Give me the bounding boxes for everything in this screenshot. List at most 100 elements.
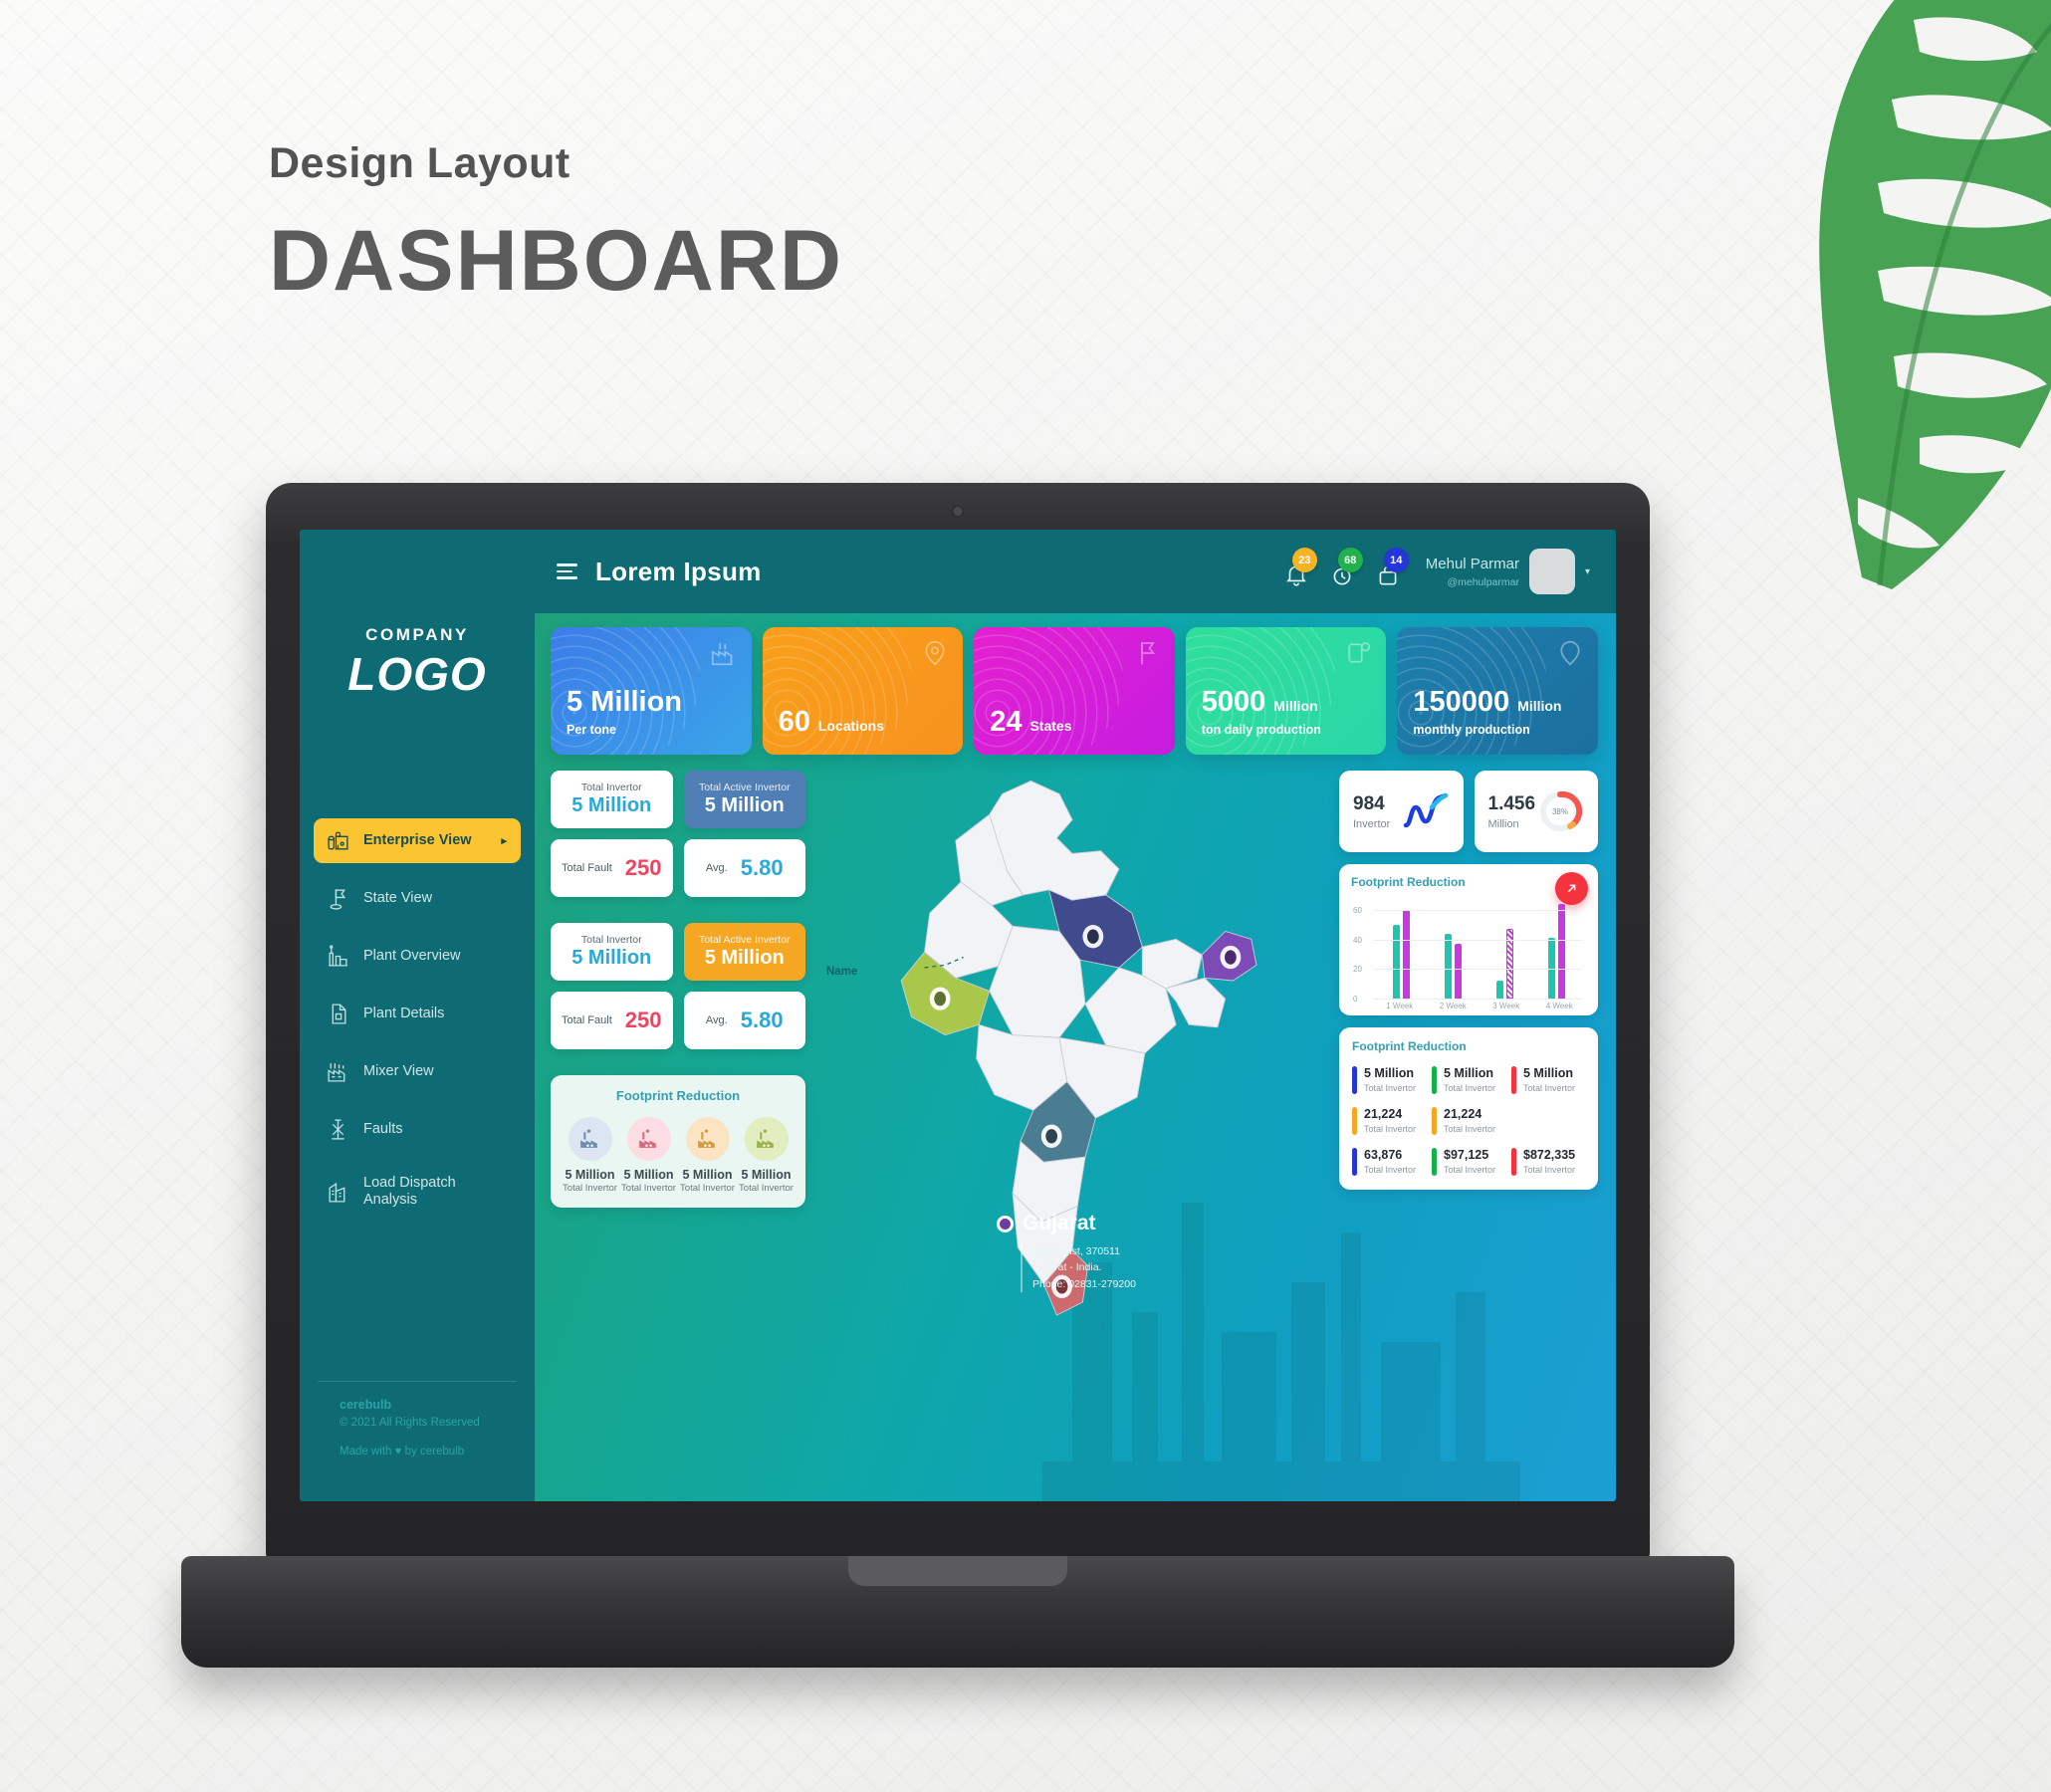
sidebar: COMPANY LOGO Enterprise View ▸ State Vie… xyxy=(300,530,535,1501)
legend-value: 21,224 xyxy=(1444,1107,1482,1121)
plant-chart-icon xyxy=(329,945,347,967)
legend-sub: Total Invertor xyxy=(1523,1165,1576,1175)
legend-sub: Total Invertor xyxy=(1444,1124,1496,1134)
notification-badge: 68 xyxy=(1337,548,1363,572)
chart-x-labels: 1 Week 2 Week 3 Week 4 Week xyxy=(1373,1002,1586,1010)
kpi-card-locations[interactable]: 60 Locations xyxy=(762,627,964,755)
metric-value: 250 xyxy=(624,855,662,880)
swirl-decoration xyxy=(1397,627,1547,755)
legend-item[interactable]: 63,876 Total Invertor xyxy=(1352,1148,1426,1176)
metric-total-invertor[interactable]: Total Invertor 5 Million xyxy=(551,923,673,981)
legend-item[interactable]: $872,335 Total Invertor xyxy=(1511,1148,1585,1176)
chart-bar[interactable] xyxy=(1444,933,1452,999)
chart-x-label: 3 Week xyxy=(1492,1002,1520,1010)
location-details: Kutch Dist, 370511 Gujarat - India. Phon… xyxy=(1021,1243,1136,1292)
legend-text: 63,876 Total Invertor xyxy=(1364,1148,1416,1176)
metric-total-fault[interactable]: Total Fault 250 xyxy=(551,992,673,1049)
location-dot-icon xyxy=(997,1215,1014,1232)
legend-value: 5 Million xyxy=(1364,1066,1414,1080)
footprint-sub: Total Invertor xyxy=(739,1183,794,1194)
legend-item[interactable]: $97,125 Total Invertor xyxy=(1432,1148,1505,1176)
metric-value: 5.80 xyxy=(740,1008,784,1032)
sidebar-item-load-dispatch-analysis[interactable]: Load Dispatch Analysis xyxy=(314,1165,521,1219)
chevron-right-icon: ▸ xyxy=(501,835,507,847)
sidebar-item-mixer-view[interactable]: Mixer View xyxy=(314,1049,521,1094)
laptop-lid: COMPANY LOGO Enterprise View ▸ State Vie… xyxy=(266,483,1650,1563)
metric-label: Total Fault xyxy=(562,862,612,874)
footer-made-with: Made with ♥ by cerebulb xyxy=(340,1446,465,1457)
legend-item[interactable]: 5 Million Total Invertor xyxy=(1432,1066,1505,1094)
stat-card-invertor[interactable]: 984 Invertor xyxy=(1339,771,1464,852)
chart-y-tick: 40 xyxy=(1353,935,1362,945)
user-menu[interactable]: Mehul Parmar @mehulparmar ▾ xyxy=(1426,549,1590,594)
legend-sub: Total Invertor xyxy=(1444,1083,1496,1093)
kpi-card-per-tone[interactable]: 5 Million Per tone xyxy=(551,627,752,755)
india-map[interactable]: Name Gujarat Kutch Dist, 370511 Gujarat … xyxy=(819,771,1325,1328)
stat-text: 984 Invertor xyxy=(1353,793,1390,830)
sidebar-item-plant-details[interactable]: Plant Details xyxy=(314,992,521,1036)
laptop-base xyxy=(181,1556,1734,1668)
notification-bag[interactable]: 14 xyxy=(1374,548,1409,588)
chart-bar[interactable] xyxy=(1392,924,1400,999)
footprint-item[interactable]: 5 Million Total Invertor xyxy=(621,1117,677,1194)
laptop-notch xyxy=(848,1556,1067,1586)
sidebar-item-plant-overview[interactable]: Plant Overview xyxy=(314,934,521,979)
legend-item[interactable]: 21,224 Total Invertor xyxy=(1352,1107,1426,1135)
sidebar-item-state-view[interactable]: State View xyxy=(314,876,521,921)
chart-bar[interactable] xyxy=(1495,981,1503,999)
avatar[interactable] xyxy=(1528,549,1575,594)
legend-sub: Total Invertor xyxy=(1444,1165,1496,1175)
legend-sub: Total Invertor xyxy=(1523,1083,1576,1093)
footprint-item[interactable]: 5 Million Total Invertor xyxy=(680,1117,736,1194)
user-info: Mehul Parmar @mehulparmar xyxy=(1426,556,1519,588)
legend-item[interactable]: 5 Million Total Invertor xyxy=(1352,1066,1426,1094)
metric-value: 5 Million xyxy=(571,947,652,969)
chart-bar[interactable] xyxy=(1454,944,1462,999)
map-name-label: Name xyxy=(826,966,858,978)
metric-label: Total Fault xyxy=(562,1014,612,1026)
kpi-card-states[interactable]: 24 States xyxy=(974,627,1175,755)
factory-icon-badge xyxy=(626,1117,671,1161)
factory-icon-badge xyxy=(744,1117,789,1161)
metric-total-active-invertor[interactable]: Total Active Invertor 5 Million xyxy=(683,771,805,828)
metric-avg[interactable]: Avg. 5.80 xyxy=(683,992,805,1049)
donut-gauge-icon: 38% xyxy=(1540,790,1583,831)
notification-bell[interactable]: 23 xyxy=(1282,548,1317,588)
chart-bar[interactable] xyxy=(1557,903,1565,999)
map-pin-icon xyxy=(925,640,945,666)
notification-clock[interactable]: 68 xyxy=(1328,548,1363,588)
factory-icon-badge xyxy=(685,1117,730,1161)
map-location-tooltip: Gujarat Kutch Dist, 370511 Gujarat - Ind… xyxy=(997,1212,1136,1292)
sidebar-logo[interactable]: COMPANY LOGO xyxy=(300,530,535,701)
footprint-item[interactable]: 5 Million Total Invertor xyxy=(739,1117,795,1194)
kpi-card-monthly-production[interactable]: 150000 Million monthly production xyxy=(1397,627,1598,755)
stat-value: 1.456 xyxy=(1487,792,1536,814)
sidebar-item-faults[interactable]: Faults xyxy=(314,1107,521,1152)
footprint-sub: Total Invertor xyxy=(680,1183,735,1194)
stat-text: 1.456 Million xyxy=(1488,793,1536,830)
metric-total-active-invertor[interactable]: Total Active Invertor 5 Million xyxy=(683,923,805,981)
sidebar-item-enterprise-view[interactable]: Enterprise View ▸ xyxy=(314,818,521,863)
left-column: Total Invertor 5 Million Total Active In… xyxy=(551,771,805,1328)
metric-value: 5 Million xyxy=(704,947,785,969)
legend-item[interactable]: 5 Million Total Invertor xyxy=(1511,1066,1585,1094)
legend-color-bar xyxy=(1352,1107,1357,1135)
metric-total-invertor[interactable]: Total Invertor 5 Million xyxy=(551,771,673,828)
chart-bar[interactable] xyxy=(1402,909,1410,999)
factory-tanks-icon xyxy=(328,831,348,850)
sidebar-item-label: Faults xyxy=(363,1120,403,1137)
kpi-card-daily-production[interactable]: 5000 Million ton daily production xyxy=(1185,627,1387,755)
chart-y-tick: 0 xyxy=(1353,995,1358,1004)
document-icon xyxy=(332,1004,346,1024)
stat-card-million[interactable]: 1.456 Million 38% xyxy=(1474,771,1598,852)
sidebar-footer: cerebulb © 2021 All Rights Reserved Made… xyxy=(318,1381,517,1483)
line-chart-icon xyxy=(1403,792,1448,828)
sidebar-item-label: State View xyxy=(363,889,433,906)
metric-total-fault[interactable]: Total Fault 250 xyxy=(551,839,673,897)
footprint-item[interactable]: 5 Million Total Invertor xyxy=(563,1117,618,1194)
legend-item[interactable]: 21,224 Total Invertor xyxy=(1432,1107,1505,1135)
hamburger-icon[interactable] xyxy=(557,563,577,579)
metric-avg[interactable]: Avg. 5.80 xyxy=(683,839,805,897)
legend-text: 5 Million Total Invertor xyxy=(1444,1066,1495,1094)
chart-x-label: 1 Week xyxy=(1386,1002,1414,1010)
